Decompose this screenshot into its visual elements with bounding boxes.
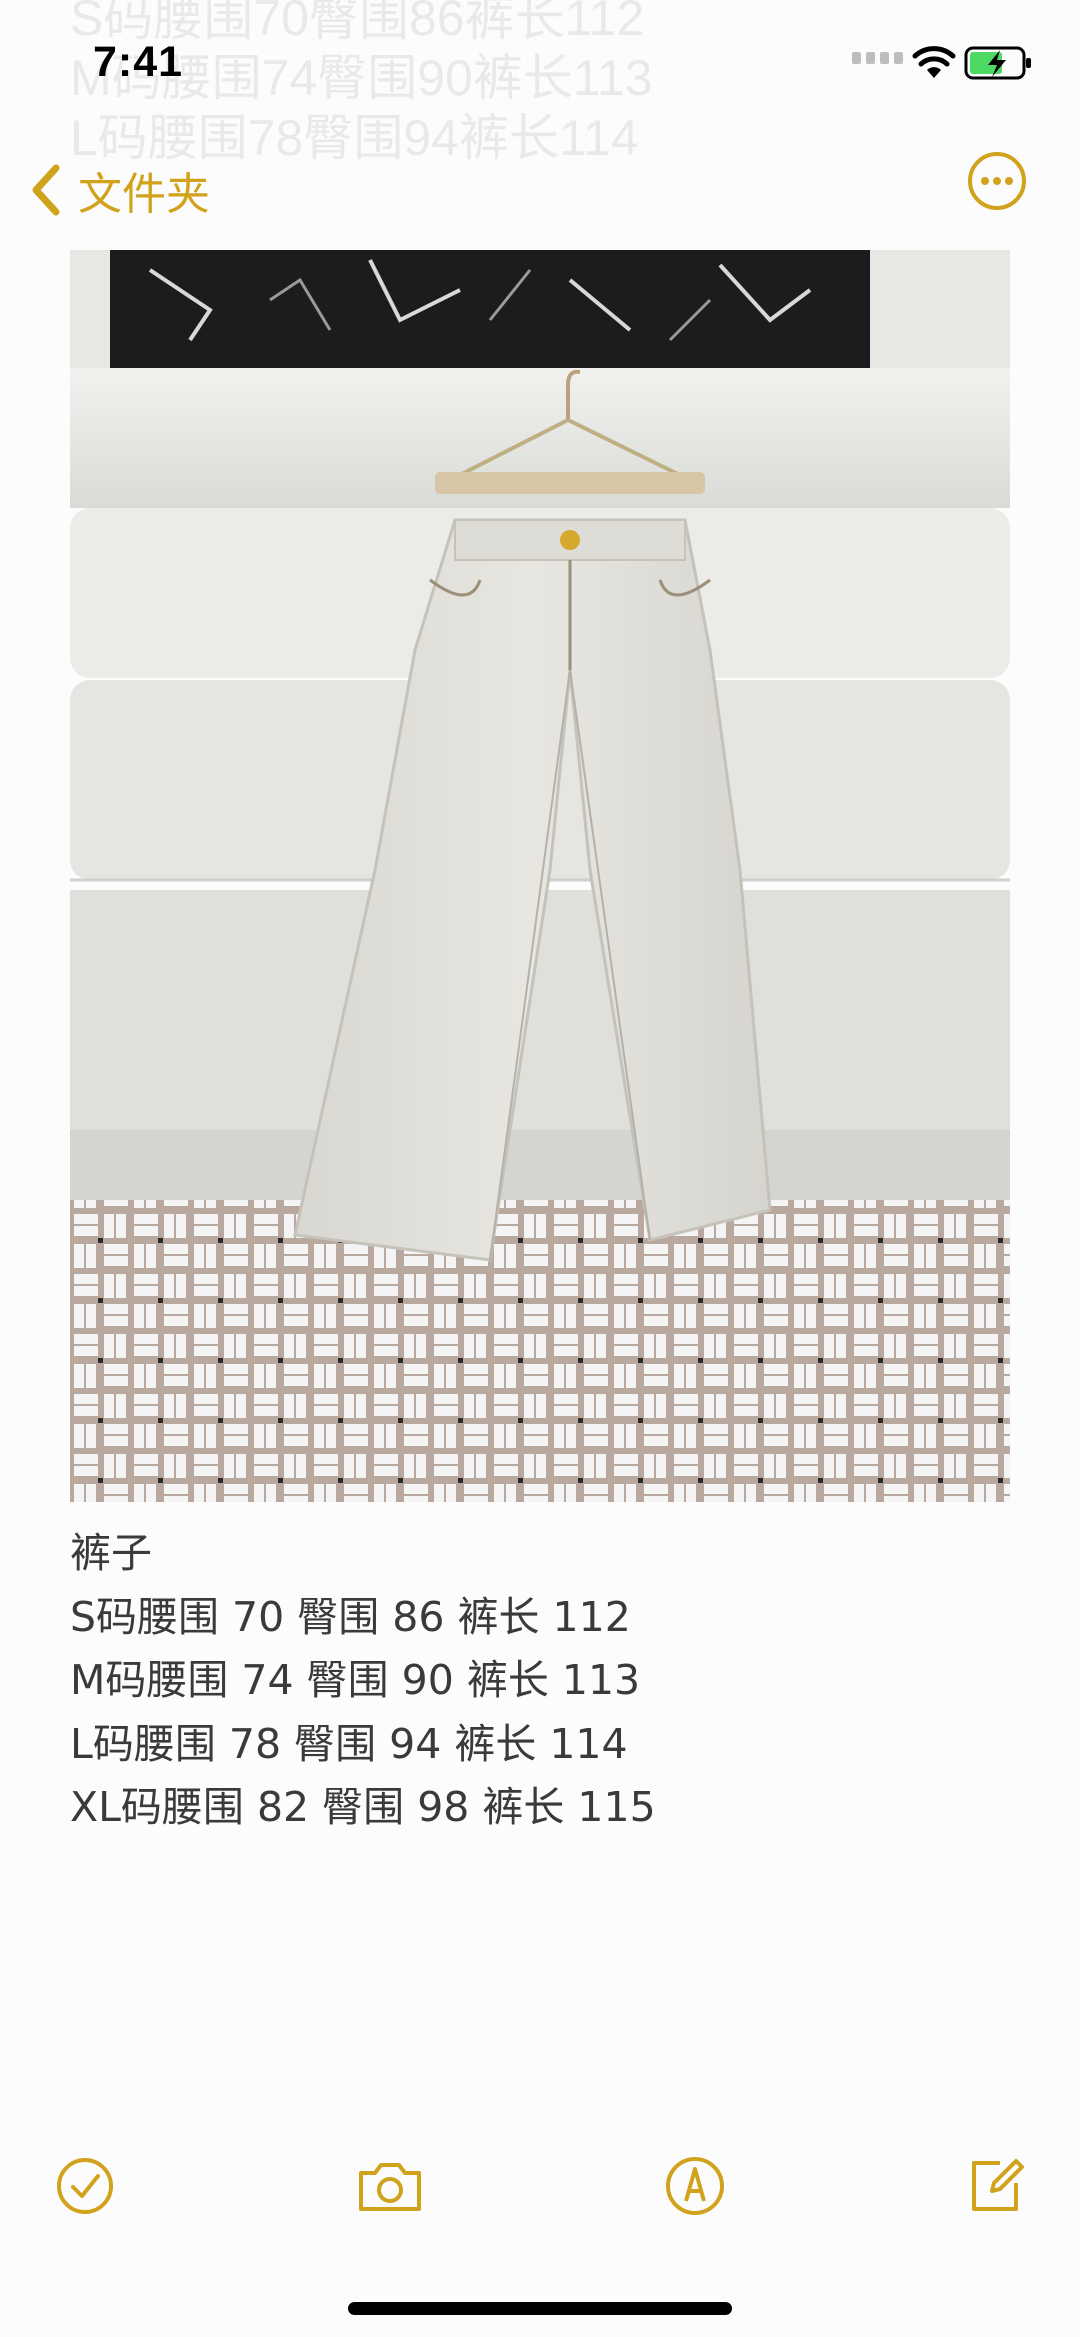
more-options-icon[interactable] bbox=[966, 150, 1028, 212]
wifi-icon bbox=[912, 46, 956, 78]
status-bar: 7:41 bbox=[0, 0, 1080, 130]
chevron-left-icon bbox=[32, 164, 60, 216]
note-photo[interactable] bbox=[70, 250, 1010, 1502]
checklist-icon[interactable] bbox=[54, 2155, 116, 2217]
back-button-label: 文件夹 bbox=[78, 169, 210, 220]
note-body[interactable]: 裤子 S码腰围 70 臀围 86 裤长 112 M码腰围 74 臀围 90 裤长… bbox=[70, 1522, 1010, 1840]
status-time: 7:41 bbox=[93, 38, 184, 86]
note-line-xl: XL码腰围 82 臀围 98 裤长 115 bbox=[70, 1783, 656, 1831]
cellular-signal-icon bbox=[852, 52, 903, 64]
note-line-s: S码腰围 70 臀围 86 裤长 112 bbox=[70, 1592, 631, 1641]
back-button[interactable]: 文件夹 bbox=[28, 158, 210, 222]
bottom-toolbar bbox=[0, 2155, 1080, 2225]
home-indicator[interactable] bbox=[348, 2302, 732, 2315]
note-title: 裤子 bbox=[70, 1529, 152, 1577]
markup-icon[interactable] bbox=[664, 2155, 726, 2217]
note-line-l: L码腰围 78 臀围 94 裤长 114 bbox=[70, 1719, 628, 1768]
navigation-bar: 文件夹 bbox=[0, 140, 1080, 230]
compose-icon[interactable] bbox=[966, 2155, 1028, 2217]
battery-charging-icon bbox=[964, 46, 1031, 80]
camera-icon[interactable] bbox=[355, 2155, 425, 2217]
note-line-m: M码腰围 74 臀围 90 裤长 113 bbox=[70, 1656, 641, 1704]
